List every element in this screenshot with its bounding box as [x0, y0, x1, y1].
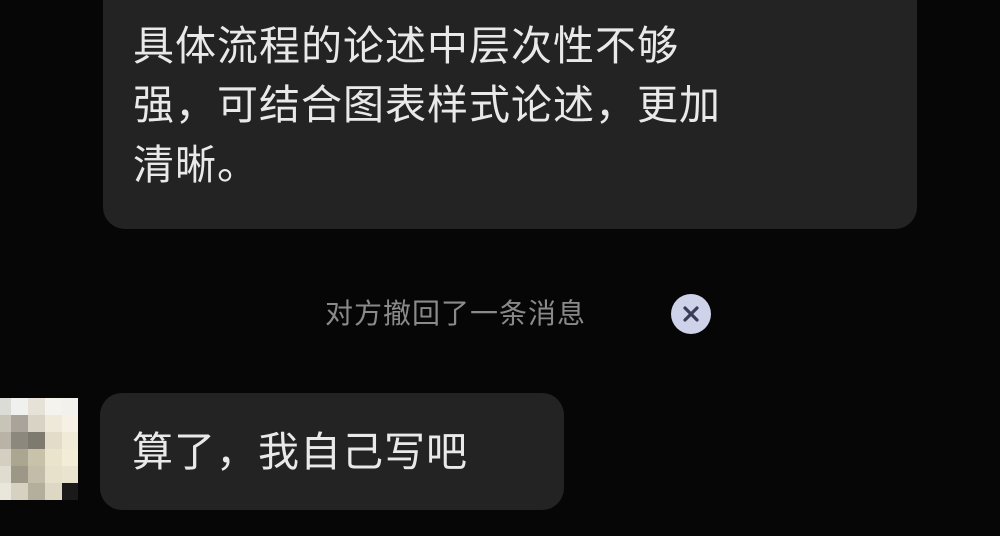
recall-notice: 对方撤回了一条消息	[0, 288, 1000, 338]
message-bubble-received[interactable]: 具体流程的论述中层次性不够 强，可结合图表样式论述，更加 清晰。	[103, 0, 917, 229]
message-text-line: 具体流程的论述中层次性不够	[133, 22, 679, 70]
recall-notice-text: 对方撤回了一条消息	[325, 297, 587, 330]
message-text-line: 清晰。	[133, 141, 259, 189]
message-text-line: 强，可结合图表样式论述，更加	[133, 81, 721, 129]
avatar[interactable]	[0, 398, 78, 500]
close-icon	[683, 306, 699, 322]
dismiss-button[interactable]	[671, 294, 711, 334]
message-text: 算了，我自己写吧	[132, 428, 468, 476]
chat-screen: 具体流程的论述中层次性不够 强，可结合图表样式论述，更加 清晰。 对方撤回了一条…	[0, 0, 1000, 536]
message-bubble-received[interactable]: 算了，我自己写吧	[100, 393, 564, 510]
